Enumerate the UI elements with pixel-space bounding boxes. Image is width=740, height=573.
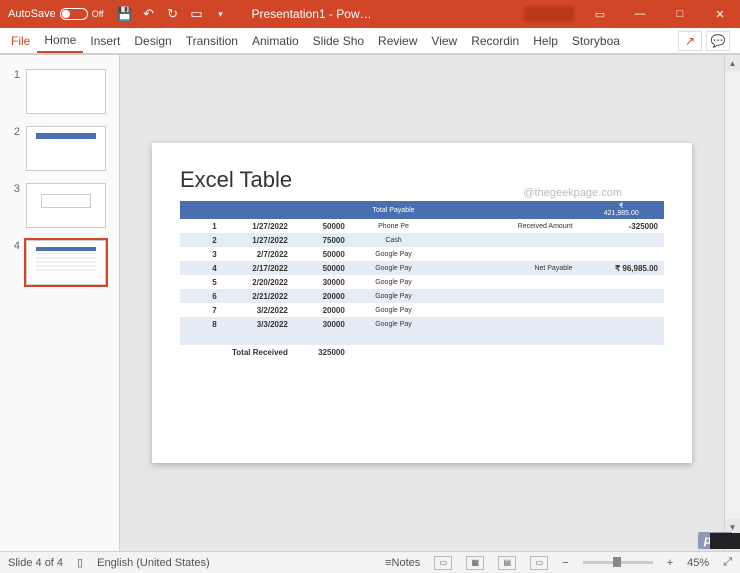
vertical-scrollbar[interactable]: ▲ ▼ ▾: [724, 55, 740, 551]
qat-dropdown-icon[interactable]: ▾: [214, 7, 228, 21]
tab-recording[interactable]: Recordin: [464, 28, 526, 53]
tab-file[interactable]: File: [4, 28, 37, 53]
table-row: 42/17/202250000Google PayNet Payable₹ 96…: [180, 261, 664, 275]
autosave-state: Off: [92, 9, 104, 19]
tab-slideshow[interactable]: Slide Sho: [306, 28, 371, 53]
tab-storyboard[interactable]: Storyboa: [565, 28, 627, 53]
window-controls: — □ ✕: [620, 0, 740, 28]
overlay-blob: [710, 533, 740, 549]
close-button[interactable]: ✕: [700, 0, 740, 28]
table-total-row: Total Received 325000: [180, 345, 664, 359]
redo-icon[interactable]: ↻: [166, 7, 180, 21]
tab-transitions[interactable]: Transition: [179, 28, 245, 53]
zoom-slider[interactable]: [583, 561, 653, 564]
slide-thumbnails-panel: 1 2 3 4: [0, 55, 120, 551]
titlebar: AutoSave Off 💾 ↶ ↻ ▭ ▾ Presentation1 - P…: [0, 0, 740, 28]
workspace: 1 2 3 4 Excel Table @thegeekpage.com Tot…: [0, 54, 740, 551]
table-row: 52/20/202230000Google Pay: [180, 275, 664, 289]
tab-insert[interactable]: Insert: [83, 28, 127, 53]
excel-table: Total Payable ₹ 421,985.00 11/27/2022500…: [180, 201, 664, 359]
table-row: 21/27/202275000Cash: [180, 233, 664, 247]
watermark: @thegeekpage.com: [523, 187, 622, 199]
thumbnail-2[interactable]: 2: [0, 120, 119, 177]
table-row: 73/2/202220000Google Pay: [180, 303, 664, 317]
fit-window-icon[interactable]: ⤢: [723, 556, 732, 569]
account-name[interactable]: [524, 6, 574, 22]
tab-design[interactable]: Design: [127, 28, 178, 53]
tab-review[interactable]: Review: [371, 28, 424, 53]
save-icon[interactable]: 💾: [118, 7, 132, 21]
tab-animations[interactable]: Animatio: [245, 28, 306, 53]
slide-counter: Slide 4 of 4: [8, 557, 63, 569]
zoom-percent[interactable]: 45%: [687, 557, 709, 569]
share-button[interactable]: ↗: [678, 31, 702, 51]
tab-home[interactable]: Home: [37, 28, 83, 53]
thumbnail-4[interactable]: 4: [0, 234, 119, 291]
tab-view[interactable]: View: [424, 28, 464, 53]
start-show-icon[interactable]: ▭: [190, 7, 204, 21]
scroll-up-icon[interactable]: ▲: [725, 55, 740, 71]
undo-icon[interactable]: ↶: [142, 7, 156, 21]
autosave-control[interactable]: AutoSave Off: [0, 8, 112, 20]
tab-help[interactable]: Help: [526, 28, 565, 53]
slideshow-view-icon[interactable]: ▭: [530, 556, 548, 570]
zoom-handle[interactable]: [613, 557, 621, 567]
table-row: 62/21/202220000Google Pay: [180, 289, 664, 303]
language-status[interactable]: English (United States): [97, 557, 210, 569]
zoom-in-icon[interactable]: +: [667, 557, 673, 569]
maximize-button[interactable]: □: [660, 0, 700, 28]
comments-button[interactable]: 💬: [706, 31, 730, 51]
minimize-button[interactable]: —: [620, 0, 660, 28]
table-spacer-row: [180, 331, 664, 345]
notes-button[interactable]: ≡Notes: [385, 557, 420, 569]
accessibility-icon[interactable]: ▯: [77, 556, 83, 569]
autosave-toggle[interactable]: [60, 8, 88, 20]
quick-access-toolbar: 💾 ↶ ↻ ▭ ▾: [112, 7, 234, 21]
normal-view-icon[interactable]: ▭: [434, 556, 452, 570]
document-title: Presentation1 - Pow…: [234, 7, 524, 21]
thumbnail-1[interactable]: 1: [0, 63, 119, 120]
slide-canvas[interactable]: Excel Table @thegeekpage.com Total Payab…: [152, 143, 692, 463]
reading-view-icon[interactable]: ▤: [498, 556, 516, 570]
table-row: 83/3/202230000Google Pay: [180, 317, 664, 331]
table-row: 32/7/202250000Google Pay: [180, 247, 664, 261]
ribbon-tabs: File Home Insert Design Transition Anima…: [0, 28, 740, 54]
autosave-label: AutoSave: [8, 8, 56, 20]
ribbon-display-icon[interactable]: ▭: [580, 0, 620, 28]
sorter-view-icon[interactable]: ▦: [466, 556, 484, 570]
thumbnail-3[interactable]: 3: [0, 177, 119, 234]
status-bar: Slide 4 of 4 ▯ English (United States) ≡…: [0, 551, 740, 573]
table-row: 11/27/202250000Phone PeReceived Amount-3…: [180, 219, 664, 233]
table-header-row: Total Payable ₹ 421,985.00: [180, 201, 664, 219]
zoom-out-icon[interactable]: −: [562, 557, 568, 569]
slide-editor[interactable]: Excel Table @thegeekpage.com Total Payab…: [120, 55, 724, 551]
